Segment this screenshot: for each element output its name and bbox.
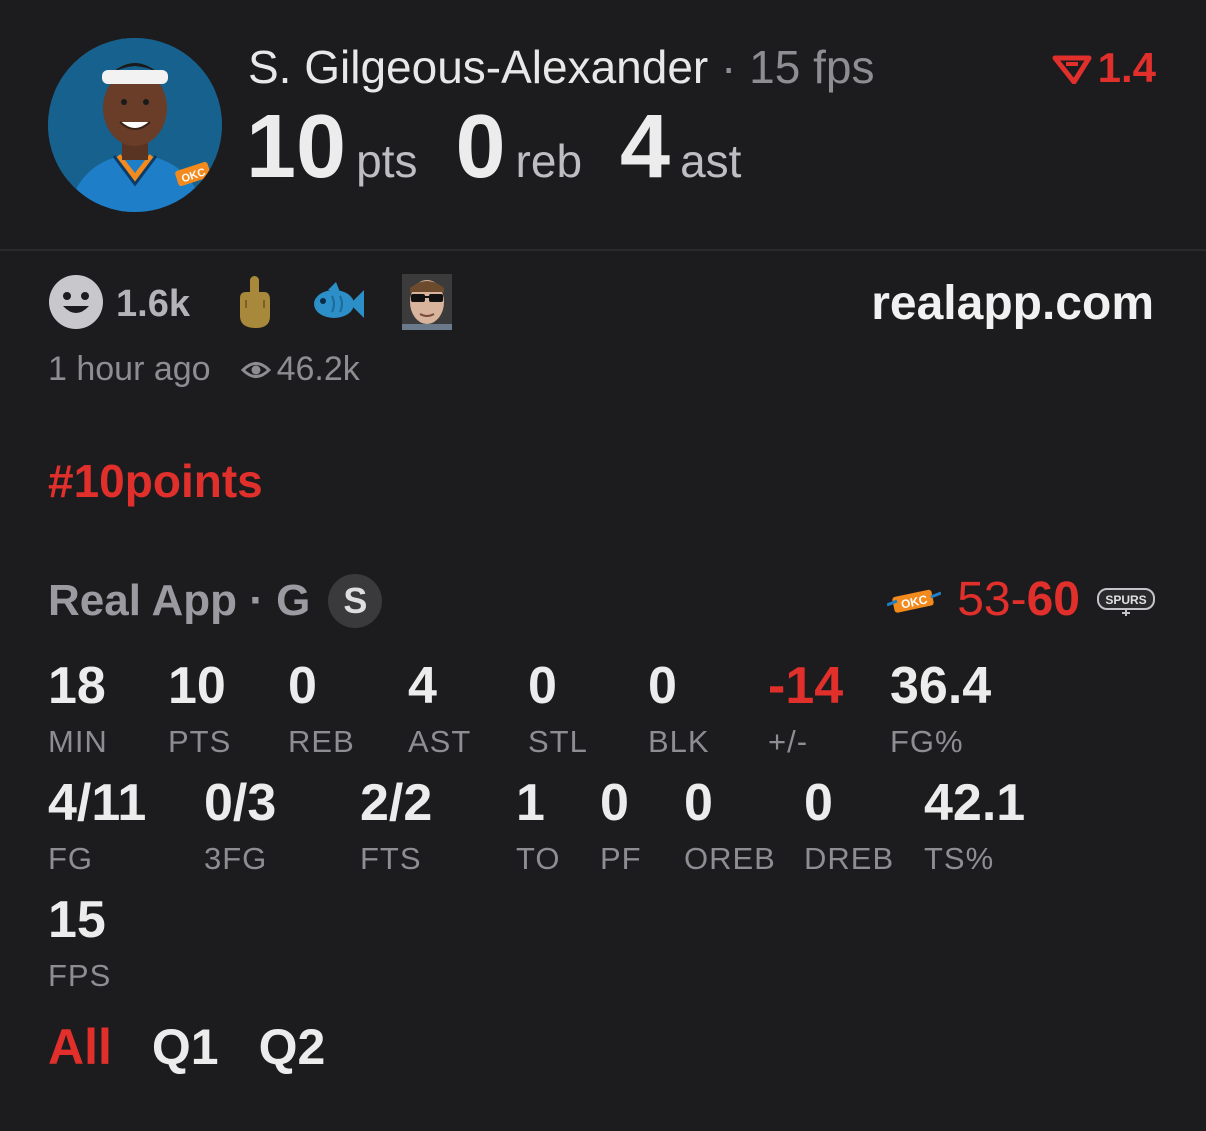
stat-fts: 2/2 FTS bbox=[360, 777, 432, 877]
separator: · bbox=[721, 41, 737, 93]
reactions-bar: 1.6k bbox=[48, 274, 488, 335]
stat-label: PTS bbox=[168, 724, 232, 759]
stat-value: 4 bbox=[408, 657, 437, 715]
stat-value: 15 bbox=[48, 891, 106, 949]
stat-value: 0 bbox=[600, 774, 629, 832]
stat-label: TO bbox=[516, 841, 561, 876]
game-score[interactable]: OKC 53-60 SPURS bbox=[887, 572, 1156, 627]
stat-value: 0 bbox=[528, 657, 557, 715]
smiley-icon[interactable] bbox=[48, 274, 104, 335]
middle-finger-icon[interactable] bbox=[234, 274, 274, 335]
stat-label: DREB bbox=[804, 841, 895, 876]
score-text: 53-60 bbox=[957, 572, 1080, 627]
tab-all[interactable]: All bbox=[48, 1018, 112, 1076]
stat-value: 1 bbox=[516, 774, 545, 832]
stat-ts-pct: 42.1 TS% bbox=[924, 777, 1025, 877]
stat-label: FG bbox=[48, 841, 94, 876]
tab-q2[interactable]: Q2 bbox=[259, 1018, 326, 1076]
score-separator: - bbox=[1010, 573, 1027, 626]
header-divider bbox=[0, 249, 1206, 251]
stat-pts: 10 PTS bbox=[168, 660, 231, 760]
rebounds-unit: reb bbox=[515, 135, 583, 187]
points-value: 10 bbox=[246, 97, 347, 197]
assists-unit: ast bbox=[680, 135, 742, 187]
fish-icon[interactable] bbox=[310, 280, 366, 329]
okc-logo-icon: OKC bbox=[887, 589, 942, 613]
stat-to: 1 TO bbox=[516, 777, 561, 877]
stat-value: 0 bbox=[288, 657, 317, 715]
game-source-line: Real App · G S bbox=[48, 574, 383, 628]
stat-value: 0/3 bbox=[204, 774, 277, 832]
stat-blk: 0 BLK bbox=[648, 660, 710, 760]
score-right: 60 bbox=[1026, 573, 1080, 626]
stat-dreb: 0 DREB bbox=[804, 777, 894, 877]
position-badge: S bbox=[328, 574, 383, 628]
stat-label: MIN bbox=[48, 724, 108, 759]
stat-label: FPS bbox=[48, 958, 112, 993]
player-avatar[interactable]: OKC bbox=[48, 38, 222, 212]
stat-fg: 4/11 FG bbox=[48, 777, 146, 877]
stat-label: BLK bbox=[648, 724, 710, 759]
eye-icon bbox=[240, 361, 271, 378]
stat-min: 18 MIN bbox=[48, 660, 108, 760]
game-source: Real App · G bbox=[48, 576, 311, 625]
stat-3fg: 0/3 3FG bbox=[204, 777, 276, 877]
view-count-value: 46.2k bbox=[276, 350, 360, 388]
stat-value: 2/2 bbox=[360, 774, 433, 832]
stat-fps: 15 FPS bbox=[48, 894, 111, 994]
site-link[interactable]: realapp.com bbox=[871, 276, 1154, 331]
rating-delta[interactable]: 1.4 bbox=[1052, 44, 1156, 92]
rebounds-value: 0 bbox=[455, 97, 506, 197]
stat-label: FG% bbox=[890, 724, 964, 759]
stat-value: -14 bbox=[768, 657, 844, 715]
post-time: 1 hour ago bbox=[48, 350, 211, 388]
stat-plus-minus: -14 +/- bbox=[768, 660, 843, 760]
player-name-line: S. Gilgeous-Alexander · 15 fps bbox=[248, 40, 874, 94]
score-left: 53 bbox=[957, 573, 1011, 626]
stat-label: FTS bbox=[360, 841, 422, 876]
post-meta: 1 hour ago 46.2k bbox=[48, 350, 360, 389]
quarter-tabs: All Q1 Q2 bbox=[48, 1018, 325, 1076]
stat-stl: 0 STL bbox=[528, 660, 588, 760]
stat-label: STL bbox=[528, 724, 588, 759]
stat-pf: 0 PF bbox=[600, 777, 642, 877]
stat-value: 42.1 bbox=[924, 774, 1026, 832]
view-count: 46.2k bbox=[240, 350, 360, 389]
stat-label: 3FG bbox=[204, 841, 268, 876]
stat-value: 10 bbox=[168, 657, 226, 715]
stat-label: AST bbox=[408, 724, 472, 759]
stat-label: REB bbox=[288, 724, 355, 759]
stat-value: 36.4 bbox=[890, 657, 992, 715]
stat-label: OREB bbox=[684, 841, 776, 876]
hashtag-link[interactable]: #10points bbox=[48, 454, 263, 508]
stat-ast: 4 AST bbox=[408, 660, 471, 760]
stat-oreb: 0 OREB bbox=[684, 777, 776, 877]
stat-reb: 0 REB bbox=[288, 660, 355, 760]
stat-value: 0 bbox=[684, 774, 713, 832]
svg-text:SPURS: SPURS bbox=[1105, 593, 1146, 607]
points-unit: pts bbox=[356, 135, 418, 187]
sunglasses-face-avatar[interactable] bbox=[401, 274, 452, 335]
delta-value: 1.4 bbox=[1097, 44, 1156, 91]
fps-label: 15 fps bbox=[749, 41, 875, 93]
stat-value: 4/11 bbox=[48, 774, 147, 832]
player-name[interactable]: S. Gilgeous-Alexander bbox=[248, 41, 708, 93]
real-logo-icon bbox=[1052, 55, 1092, 84]
stat-value: 18 bbox=[48, 657, 106, 715]
stat-fg-pct: 36.4 FG% bbox=[890, 660, 991, 760]
headline-stats: 10 pts 0 reb 4 ast bbox=[246, 96, 741, 199]
spurs-logo-icon: SPURS bbox=[1097, 587, 1155, 616]
stat-label: +/- bbox=[768, 724, 809, 759]
assists-value: 4 bbox=[620, 97, 671, 197]
stat-label: PF bbox=[600, 841, 642, 876]
stat-value: 0 bbox=[648, 657, 677, 715]
stat-label: TS% bbox=[924, 841, 995, 876]
reaction-count[interactable]: 1.6k bbox=[116, 283, 190, 326]
tab-q1[interactable]: Q1 bbox=[152, 1018, 219, 1076]
stat-value: 0 bbox=[804, 774, 833, 832]
